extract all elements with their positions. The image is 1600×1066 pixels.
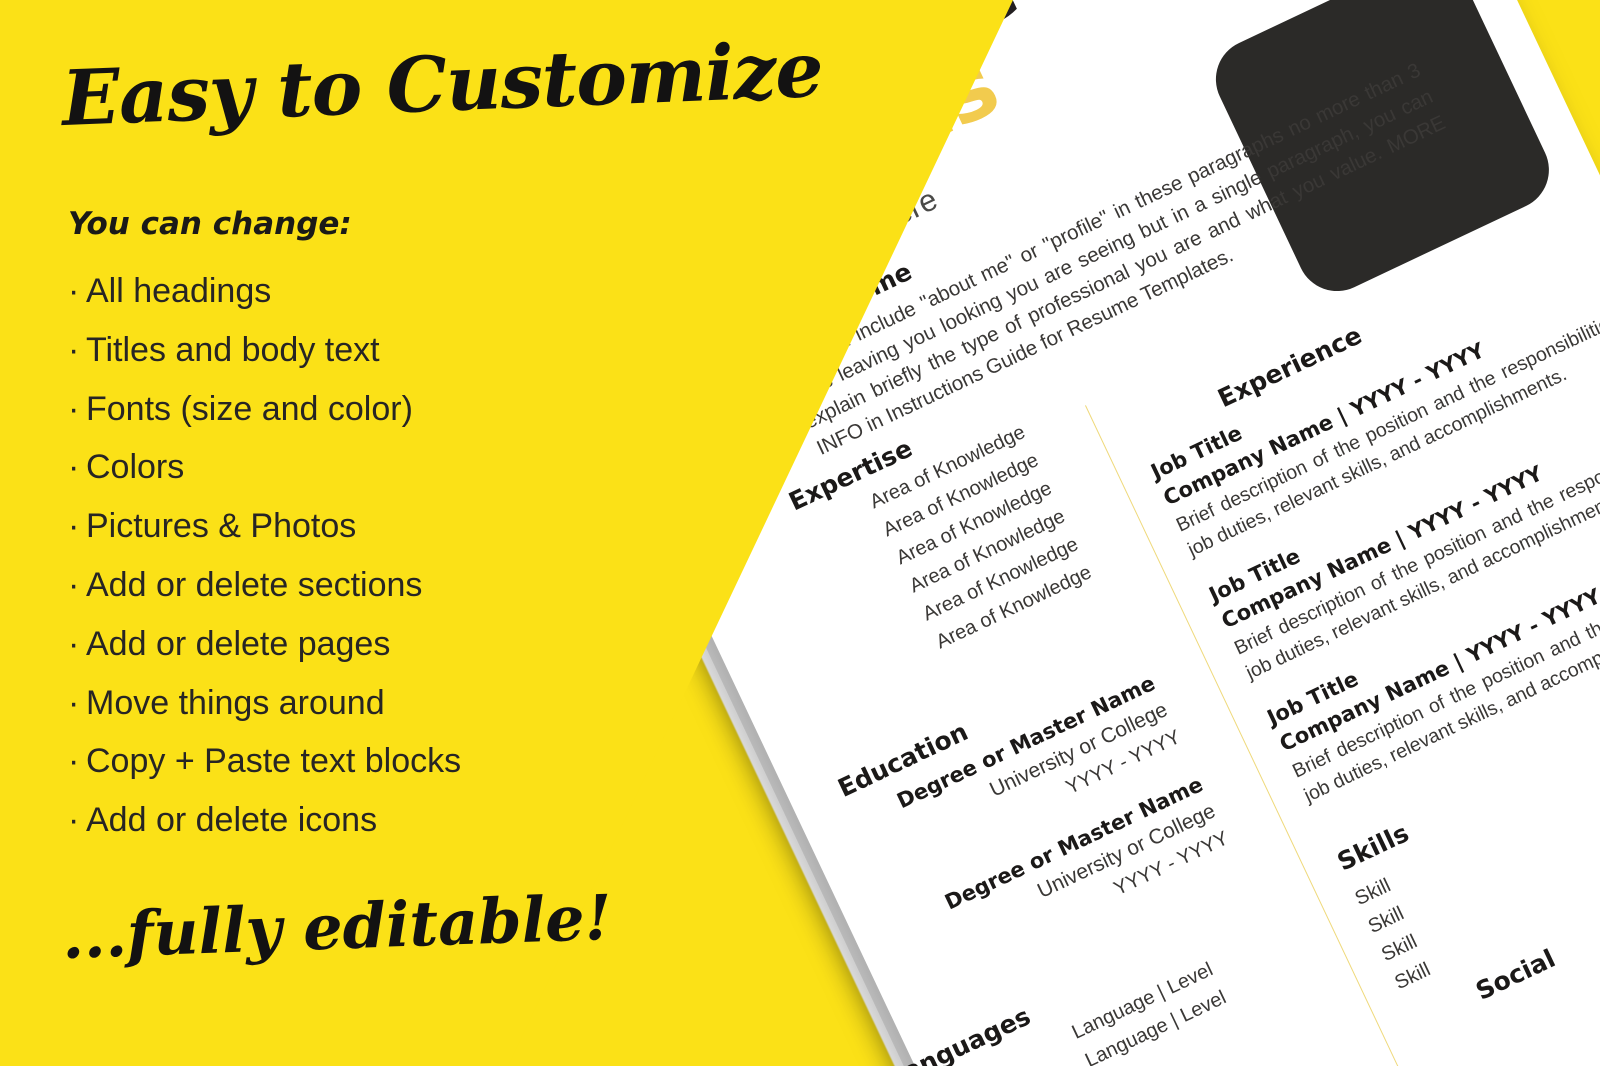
bullet-icon: · (68, 742, 80, 781)
promo-list-item: · Fonts (size and color) (68, 380, 708, 439)
promo-list-item-label: Copy + Paste text blocks (86, 742, 462, 781)
promo-panel: Easy to Customize You can change: · All h… (0, 0, 824, 1066)
promo-list-item-label: Add or delete sections (86, 565, 423, 604)
promo-list-item-label: Move things around (86, 683, 385, 722)
slide-canvas: Natalie Evans Job title here About me Yo… (0, 0, 1600, 1066)
bullet-icon: · (68, 683, 80, 722)
promo-list-item: · Add or delete icons (68, 791, 708, 850)
promo-list-item: · Pictures & Photos (68, 497, 708, 556)
promo-list-item-label: Add or delete icons (86, 801, 378, 840)
promo-list-item-label: Colors (86, 448, 185, 487)
promo-list-item-label: Add or delete pages (86, 624, 391, 663)
bullet-icon: · (68, 272, 80, 310)
promo-list-item-label: All headings (86, 272, 272, 310)
bullet-icon: · (68, 507, 80, 546)
promo-feature-list: · All headings · Titles and body text · Fonts… (68, 262, 708, 850)
bullet-icon: · (68, 624, 80, 663)
bullet-icon: · (68, 330, 80, 369)
skills-list: Skill Skill Skill Skill (1350, 758, 1600, 998)
promo-list-item: · Add or delete pages (68, 615, 708, 674)
bullet-icon: · (68, 801, 80, 840)
bullet-icon: · (68, 448, 80, 487)
promo-title: Easy to Customize (60, 24, 825, 143)
promo-list-item-label: Pictures & Photos (86, 507, 357, 546)
promo-list-item: · Move things around (68, 674, 708, 733)
bullet-icon: · (68, 565, 80, 604)
promo-list-item: · Add or delete sections (68, 556, 708, 615)
promo-footer: ...fully editable! (60, 880, 613, 973)
promo-list-item: · Titles and body text (68, 321, 708, 380)
promo-list-item: · All headings (68, 262, 708, 321)
promo-list-item: · Copy + Paste text blocks (68, 732, 708, 791)
bullet-icon: · (68, 389, 80, 428)
promo-list-item-label: Fonts (size and color) (86, 389, 413, 428)
promo-subtitle: You can change: (68, 206, 352, 242)
promo-list-item: · Colors (68, 438, 708, 497)
promo-list-item-label: Titles and body text (86, 330, 380, 369)
